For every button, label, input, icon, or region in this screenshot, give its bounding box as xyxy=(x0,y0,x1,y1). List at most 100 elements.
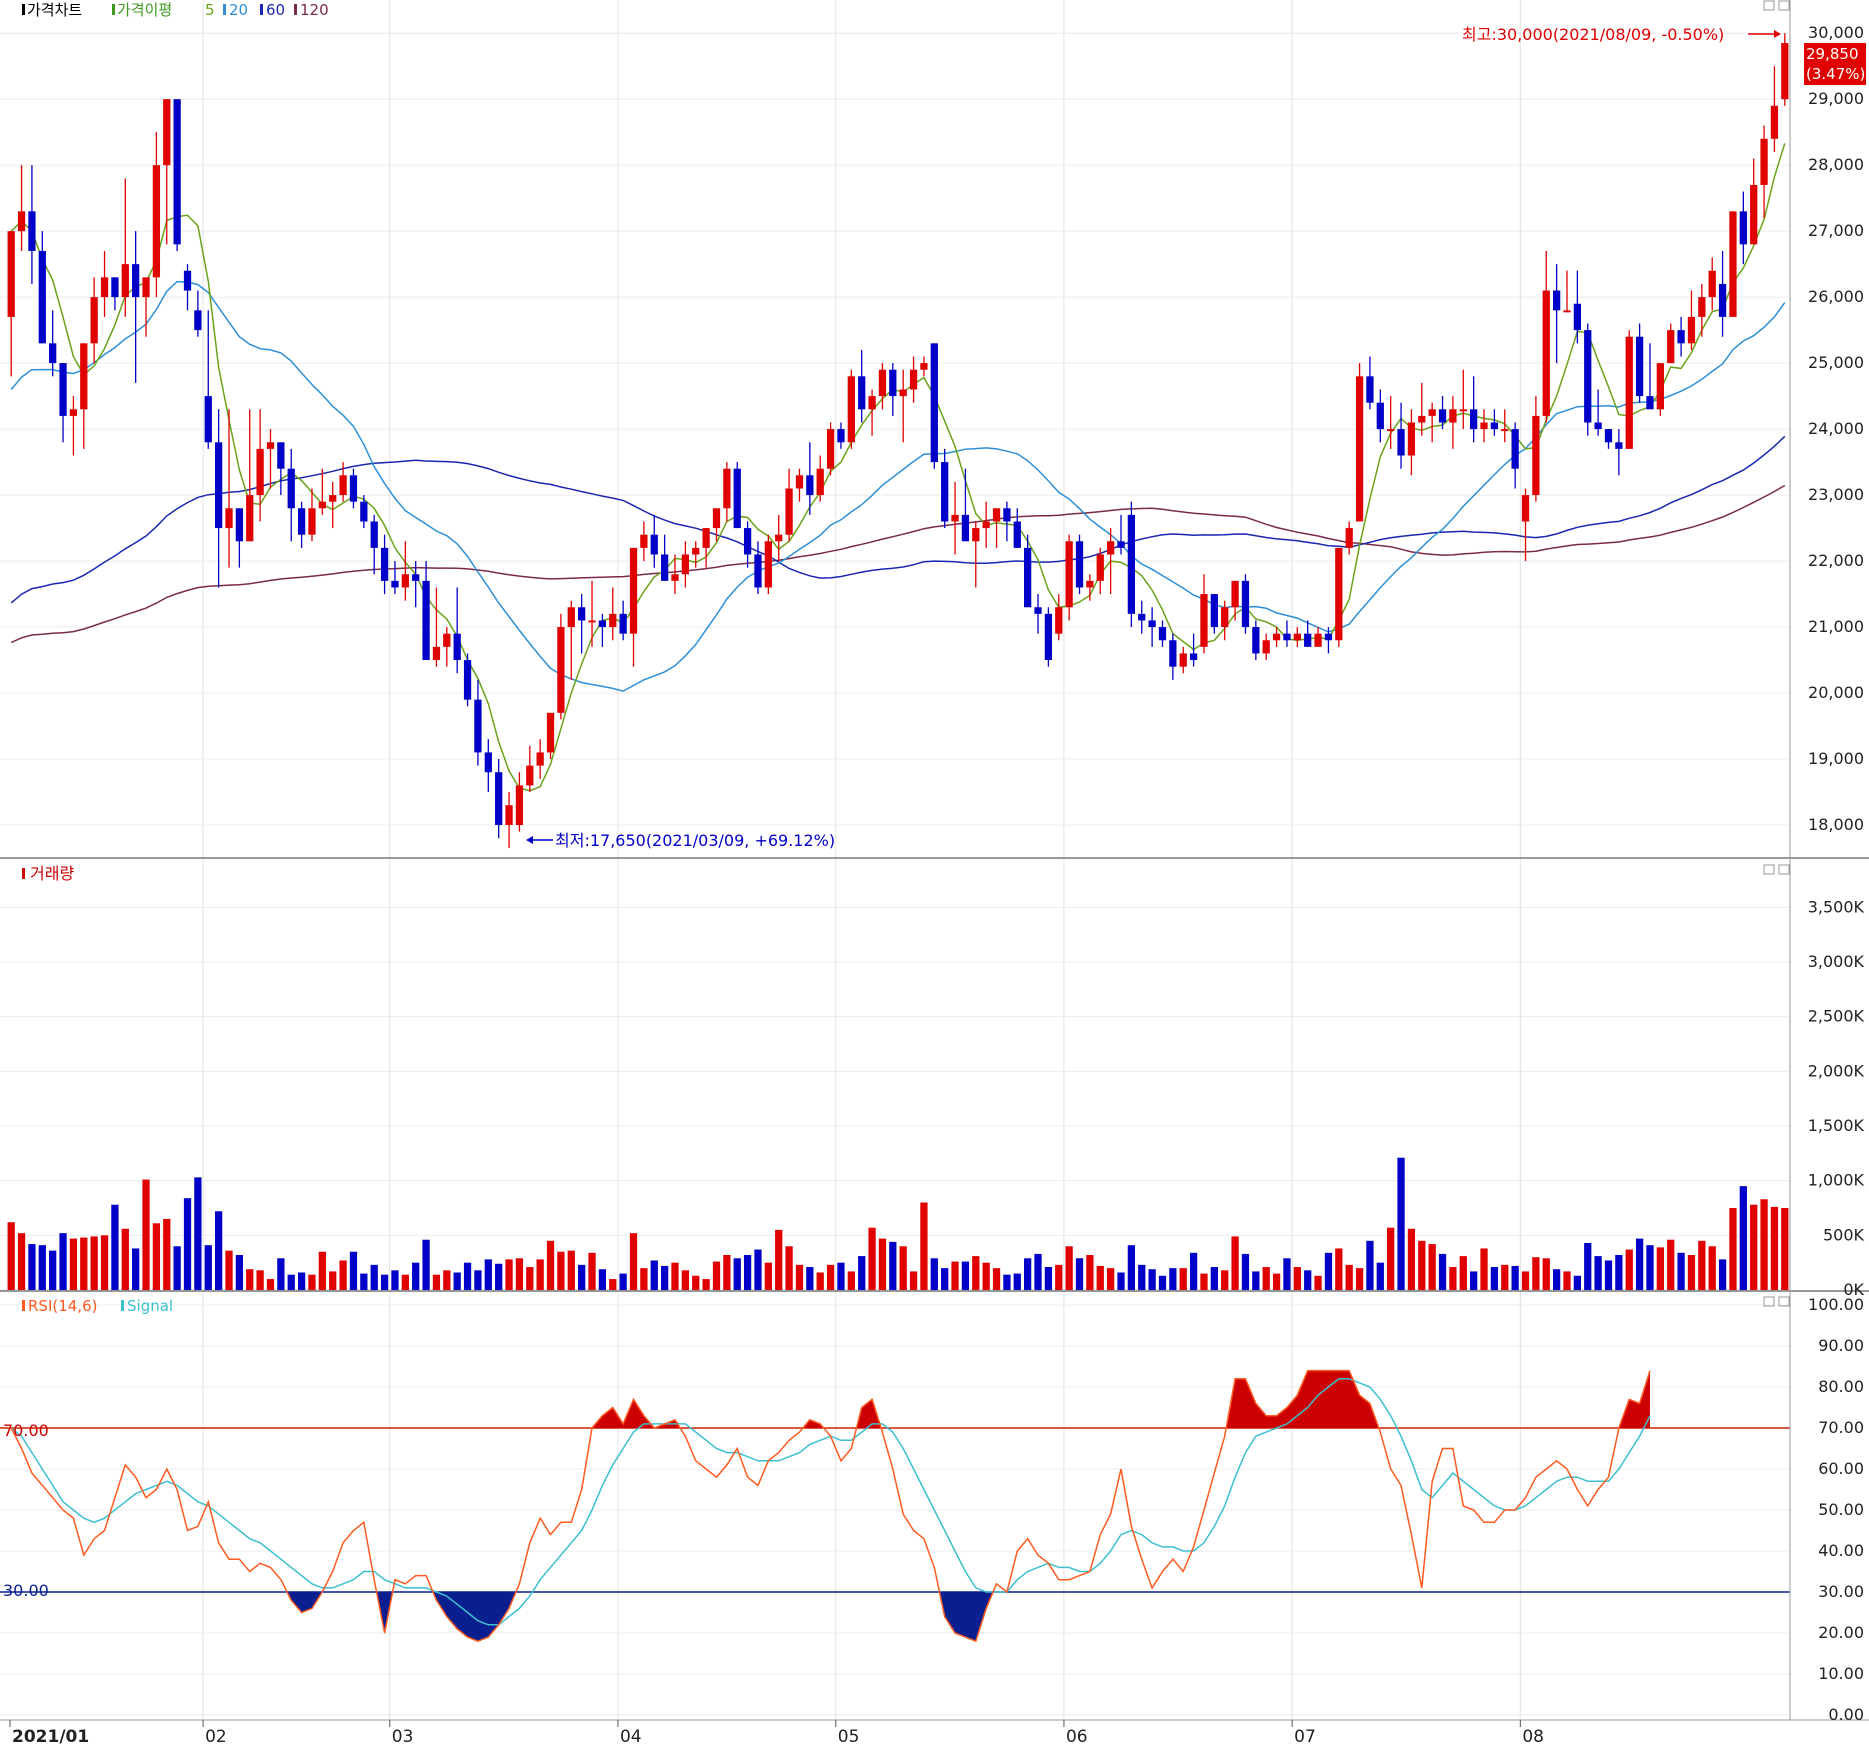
volume-bar xyxy=(1283,1258,1291,1290)
candle-body xyxy=(370,521,378,548)
volume-bar xyxy=(308,1274,316,1290)
candle-body xyxy=(1283,633,1291,641)
volume-bar xyxy=(733,1258,741,1290)
volume-bar xyxy=(1418,1240,1426,1290)
volume-bar xyxy=(1127,1245,1136,1290)
volume-bar xyxy=(754,1249,762,1290)
candle-body xyxy=(982,521,990,529)
candle-body xyxy=(1677,330,1685,344)
candle-body xyxy=(1542,290,1550,416)
candle-body xyxy=(536,752,544,766)
volume-bar xyxy=(1179,1268,1187,1290)
candle-body xyxy=(412,574,420,581)
price-tick-label: 28,000 xyxy=(1808,155,1864,174)
volume-bar xyxy=(1584,1242,1592,1290)
legend-label-rsi: RSI(14,6) xyxy=(28,1297,97,1315)
volume-bar xyxy=(692,1275,700,1290)
volume-bar xyxy=(1106,1268,1115,1290)
candle-body xyxy=(992,508,1001,522)
legend-label-ma: 가격이평 xyxy=(117,1,172,19)
volume-bar xyxy=(1304,1270,1312,1290)
x-tick-label: 02 xyxy=(205,1727,227,1747)
candle-body xyxy=(1521,495,1530,522)
candle-body xyxy=(1781,43,1789,100)
volume-bar xyxy=(1169,1268,1177,1290)
volume-bar xyxy=(889,1241,897,1290)
candle-body xyxy=(1604,429,1613,443)
candle-body xyxy=(1635,336,1644,397)
candle-body xyxy=(899,389,907,397)
volume-bar xyxy=(578,1264,586,1290)
volume-bar xyxy=(702,1279,710,1290)
candle-body xyxy=(1718,283,1727,317)
chart-canvas[interactable]: 30,000 29,000 28,000 27,000 26,000 25,000 24,0… xyxy=(0,0,1869,1747)
candle-body xyxy=(474,699,482,753)
candle-body xyxy=(806,475,814,496)
candle-body xyxy=(1106,541,1115,555)
candle-body xyxy=(1200,594,1208,647)
volume-bar xyxy=(370,1264,378,1290)
candle-body xyxy=(204,396,212,443)
candle-body xyxy=(1096,554,1104,581)
volume-bar xyxy=(1407,1228,1416,1290)
volume-bar xyxy=(432,1274,441,1290)
candle-body xyxy=(1231,580,1239,608)
price-tick-label: 27,000 xyxy=(1808,221,1864,240)
volume-tick-label: 500K xyxy=(1823,1225,1865,1244)
volume-bar xyxy=(1148,1269,1156,1290)
rsi-tick-label: 20.00 xyxy=(1818,1623,1864,1642)
volume-bar xyxy=(619,1273,627,1290)
volume-bar xyxy=(743,1255,752,1290)
volume-bar xyxy=(992,1268,1001,1290)
candle-body xyxy=(640,534,648,548)
legend-label-signal: Signal xyxy=(127,1297,173,1315)
volume-bar xyxy=(764,1262,772,1290)
candle-body xyxy=(598,620,607,628)
price-tick-label: 19,000 xyxy=(1808,749,1864,768)
volume-bar xyxy=(1521,1271,1530,1290)
candle-body xyxy=(152,165,161,278)
price-tick-label: 18,000 xyxy=(1808,815,1864,834)
volume-bar xyxy=(1552,1269,1561,1290)
price-tick-label: 23,000 xyxy=(1808,485,1864,504)
price-tick-label: 20,000 xyxy=(1808,683,1864,702)
volume-bar xyxy=(671,1262,679,1290)
volume-bar xyxy=(152,1223,161,1290)
candle-body xyxy=(90,297,98,344)
volume-bar xyxy=(59,1233,67,1290)
rsi-upper-label: 70.00 xyxy=(3,1421,49,1440)
candle-body xyxy=(702,528,710,548)
volume-bar xyxy=(785,1246,793,1290)
candle-body xyxy=(69,409,78,416)
candle-body xyxy=(1739,211,1747,245)
volume-bar xyxy=(49,1250,57,1290)
candle-body xyxy=(80,343,88,410)
candle-body xyxy=(1148,620,1156,628)
volume-tick-label: 2,500K xyxy=(1808,1007,1865,1026)
volume-tick-label: 1,500K xyxy=(1808,1116,1865,1135)
candle-body xyxy=(297,508,306,535)
volume-bar xyxy=(1459,1256,1467,1290)
rsi-lower-label: 30.00 xyxy=(3,1581,49,1600)
candle-body xyxy=(660,554,669,581)
volume-bar xyxy=(1075,1258,1084,1290)
candle-body xyxy=(1490,422,1499,430)
candle-body xyxy=(360,501,368,522)
candle-body xyxy=(349,475,358,502)
rsi-tick-label: 80.00 xyxy=(1818,1377,1864,1396)
candle-body xyxy=(515,785,524,826)
candle-body xyxy=(329,495,337,502)
volume-bar xyxy=(142,1179,150,1290)
volume-bar xyxy=(17,1233,26,1290)
candle-body xyxy=(754,554,762,588)
volume-bar xyxy=(121,1228,129,1290)
candle-body xyxy=(1770,105,1779,139)
volume-bar xyxy=(1594,1256,1602,1290)
volume-bar xyxy=(90,1236,98,1290)
volume-bar xyxy=(723,1255,731,1290)
candle-body xyxy=(277,442,285,469)
volume-bar xyxy=(1397,1157,1405,1290)
volume-bar xyxy=(847,1271,855,1290)
volume-bar xyxy=(1770,1206,1779,1290)
volume-bar xyxy=(474,1270,482,1290)
